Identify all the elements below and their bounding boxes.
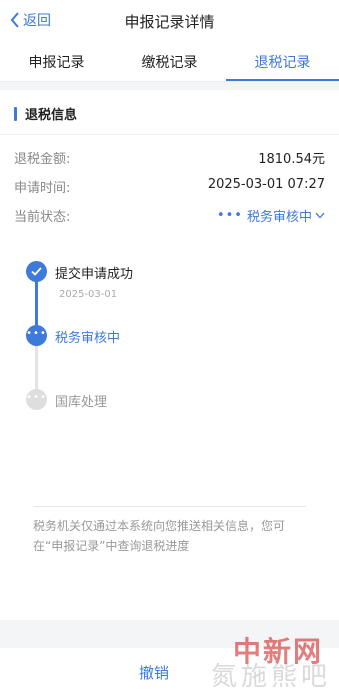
amount-value: 1810.54元 — [258, 152, 325, 167]
section-accent-bar — [14, 106, 17, 121]
check-icon — [31, 267, 42, 276]
amount-label: 退税金额: — [14, 152, 71, 167]
step-pending-node: ••• — [26, 389, 47, 410]
amount-row: 退税金额: 1810.54元 — [14, 148, 325, 168]
status-value: 税务审核中 — [246, 210, 312, 225]
step-label-review: 税务审核中 — [55, 331, 121, 346]
more-dots-icon: ••• — [26, 391, 47, 403]
record-tabs: 申报记录 缴税记录 退税记录 — [0, 40, 339, 82]
nav-bar: 返回 申报记录详情 — [0, 0, 339, 40]
step-active-node: ••• — [26, 325, 47, 346]
section-divider — [0, 134, 339, 135]
page-title: 申报记录详情 — [124, 13, 215, 31]
status-dropdown[interactable]: ••• 税务审核中 — [217, 206, 325, 225]
time-row: 申请时间: 2025-03-01 07:27 — [14, 177, 325, 197]
step-label-submitted: 提交申请成功 — [55, 267, 134, 282]
more-dots-icon: ••• — [216, 208, 243, 223]
time-value: 2025-03-01 07:27 — [207, 177, 325, 192]
time-label: 申请时间: — [14, 181, 71, 196]
status-label: 当前状态: — [14, 210, 71, 225]
section-title: 退税信息 — [25, 108, 78, 123]
tab-refund-records[interactable]: 退税记录 — [226, 40, 339, 81]
section-header: 退税信息 — [14, 104, 77, 123]
step-label-treasury: 国库处理 — [55, 395, 108, 410]
watermark-text: 氮施熊吧 — [210, 662, 331, 692]
chevron-down-icon — [315, 212, 325, 219]
tab-payment-records[interactable]: 缴税记录 — [113, 40, 226, 81]
cancel-button[interactable]: 撤销 — [139, 662, 169, 683]
note-divider — [33, 506, 306, 507]
refund-info-card: 退税信息 退税金额: 1810.54元 申请时间: 2025-03-01 07:… — [0, 90, 339, 620]
info-note: 税务机关仅通过本系统向您推送相关信息，您可在“申报记录”中查询退税进度 — [33, 519, 286, 553]
tab-declaration-records[interactable]: 申报记录 — [0, 40, 113, 81]
status-row: 当前状态: ••• 税务审核中 — [14, 206, 325, 226]
step-date-submitted: 2025-03-01 — [59, 289, 118, 300]
more-dots-icon: ••• — [26, 327, 47, 339]
step-done-node — [26, 261, 47, 282]
progress-timeline: 提交申请成功 2025-03-01 ••• 税务审核中 ••• 国库处理 — [0, 250, 339, 420]
